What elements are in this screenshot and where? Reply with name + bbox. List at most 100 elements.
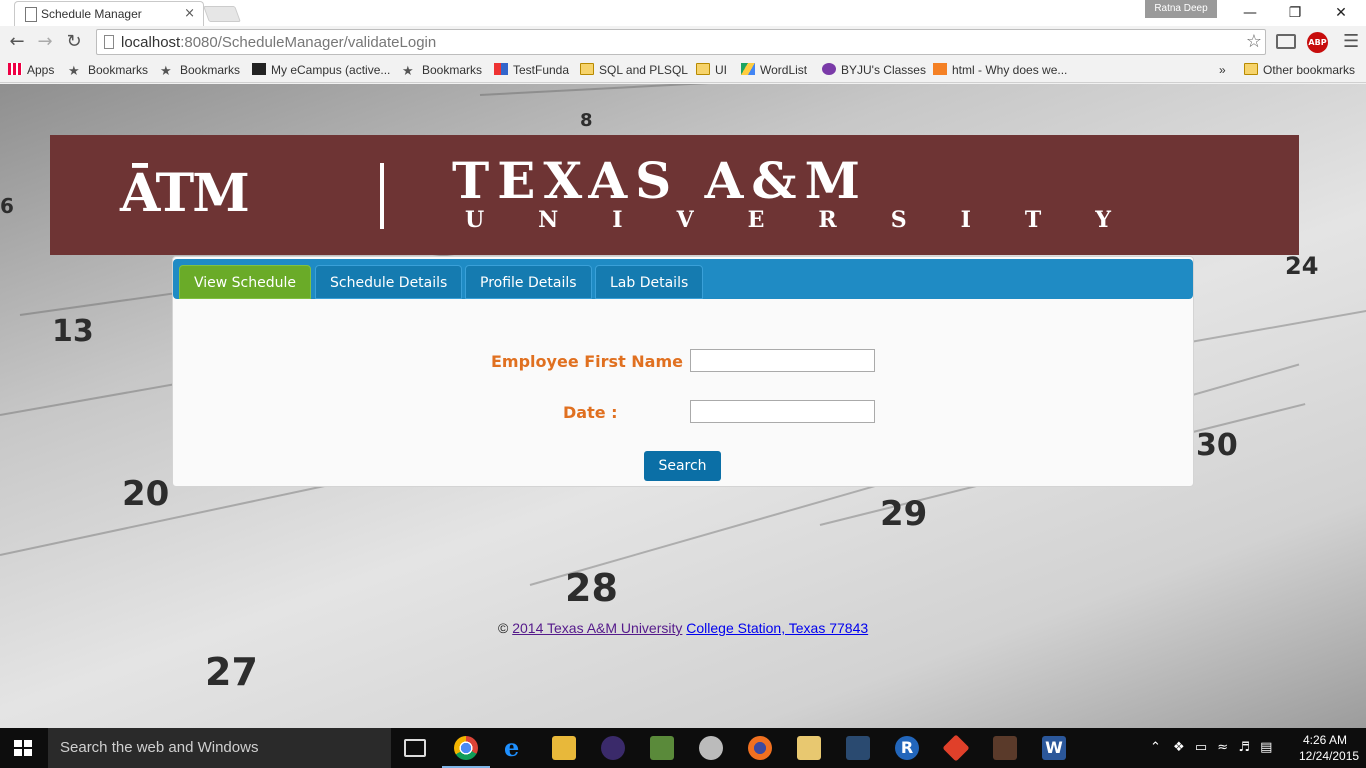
- page-footer: © 2014 Texas A&M University College Stat…: [498, 620, 868, 636]
- r-icon[interactable]: R: [895, 736, 919, 760]
- new-tab-button[interactable]: [203, 6, 241, 22]
- folder-icon: [696, 63, 710, 75]
- browser-tab[interactable]: Schedule Manager ×: [14, 1, 204, 26]
- copyright-symbol: ©: [498, 620, 509, 636]
- calendar-number: 6: [0, 194, 14, 218]
- sql-developer-icon[interactable]: [846, 736, 870, 760]
- cast-icon[interactable]: [1276, 34, 1296, 49]
- bookmark-item[interactable]: TestFunda: [494, 63, 569, 77]
- bookmark-item[interactable]: WordList: [741, 63, 807, 77]
- page-content: 8 7 6 13 15 17 24 20 30 29 28 27 ĀTM TEX…: [0, 84, 1366, 728]
- edge-icon[interactable]: e: [504, 736, 528, 760]
- university-banner: ĀTM TEXAS A&M UNIVERSITY: [50, 135, 1299, 255]
- atm-logo: ĀTM: [120, 163, 250, 224]
- bookmark-item[interactable]: BYJU's Classes: [822, 63, 926, 77]
- stackoverflow-icon: [933, 63, 947, 75]
- calendar-number: 20: [122, 474, 170, 514]
- bookmark-item[interactable]: ★ Bookmarks: [68, 63, 148, 79]
- forward-icon[interactable]: →: [34, 31, 56, 53]
- tab-schedule-details[interactable]: Schedule Details: [315, 265, 463, 299]
- menu-icon[interactable]: ☰: [1343, 31, 1359, 52]
- blackboard-icon: [252, 63, 266, 75]
- chrome-icon[interactable]: [442, 736, 490, 768]
- location-link[interactable]: College Station, Texas 77843: [686, 620, 868, 636]
- bookmark-star-icon[interactable]: ☆: [1246, 31, 1262, 52]
- bookmark-folder[interactable]: SQL and PLSQL: [580, 63, 688, 77]
- adblock-icon[interactable]: ABP: [1307, 32, 1328, 53]
- volume-icon[interactable]: ♬: [1238, 740, 1250, 755]
- date-input[interactable]: [690, 400, 875, 423]
- bookmark-item[interactable]: ★ Bookmarks: [402, 63, 482, 79]
- file-explorer-icon[interactable]: [552, 736, 576, 760]
- search-button[interactable]: Search: [644, 451, 721, 481]
- star-icon: ★: [402, 63, 414, 78]
- window-close-icon[interactable]: ✕: [1326, 3, 1356, 23]
- university-link[interactable]: 2014 Texas A&M University: [512, 620, 682, 636]
- url-text[interactable]: localhost:8080/ScheduleManager/validateL…: [121, 34, 436, 51]
- git-icon[interactable]: [942, 734, 970, 762]
- word-icon[interactable]: W: [1042, 736, 1066, 760]
- back-icon[interactable]: ←: [6, 31, 28, 53]
- restore-icon[interactable]: ❐: [1280, 3, 1310, 23]
- profile-button[interactable]: Ratna Deep: [1145, 0, 1217, 18]
- address-bar[interactable]: localhost:8080/ScheduleManager/validateL…: [96, 29, 1266, 55]
- clock-date: 12/24/2015: [1299, 749, 1360, 763]
- tab-title: Schedule Manager: [41, 7, 142, 21]
- reload-icon[interactable]: ↻: [63, 31, 85, 53]
- tab-view-schedule[interactable]: View Schedule: [179, 265, 312, 299]
- game-icon[interactable]: [993, 736, 1017, 760]
- star-icon: ★: [68, 63, 80, 78]
- folder-icon: [580, 63, 594, 75]
- notepad-plus-icon[interactable]: [650, 736, 674, 760]
- minimize-icon[interactable]: —: [1235, 3, 1265, 23]
- tab-profile-details[interactable]: Profile Details: [465, 265, 592, 299]
- calendar-number: 13: [52, 314, 94, 349]
- taskbar-clock[interactable]: 4:26 AM 12/24/2015: [1299, 732, 1360, 764]
- tab-close-icon[interactable]: ×: [184, 6, 195, 21]
- snipping-tool-icon[interactable]: [699, 736, 723, 760]
- university-subtitle: UNIVERSITY: [465, 207, 1165, 233]
- bookmarks-overflow-button[interactable]: »: [1219, 63, 1226, 77]
- battery-icon[interactable]: ▭: [1195, 740, 1207, 755]
- task-view-icon[interactable]: [404, 739, 426, 757]
- folder-icon: [1244, 63, 1258, 75]
- calendar-number: 30: [1196, 428, 1238, 463]
- windows-taskbar: Search the web and Windows e R W ⌃ ❖ ▭ ≈…: [0, 728, 1366, 768]
- clock-time: 4:26 AM: [1302, 733, 1348, 747]
- testfunda-icon: [494, 63, 508, 75]
- dropbox-icon[interactable]: ❖: [1173, 740, 1185, 755]
- calendar-number: 8: [580, 110, 593, 131]
- file-manager-icon[interactable]: [797, 736, 821, 760]
- first-name-label: Employee First Name :: [491, 352, 695, 371]
- taskbar-search-box[interactable]: Search the web and Windows: [48, 728, 391, 768]
- schedule-panel: View Schedule Schedule Details Profile D…: [172, 256, 1194, 487]
- drive-icon: [741, 63, 755, 75]
- calendar-line: [479, 84, 980, 96]
- wifi-icon[interactable]: ≈: [1217, 740, 1228, 755]
- other-bookmarks[interactable]: Other bookmarks: [1244, 63, 1355, 77]
- bookmark-item[interactable]: My eCampus (active...: [252, 63, 390, 77]
- action-center-icon[interactable]: ▤: [1260, 740, 1272, 755]
- eclipse-icon[interactable]: [601, 736, 625, 760]
- calendar-number: 28: [565, 566, 618, 610]
- page-info-icon[interactable]: [104, 35, 114, 49]
- firefox-icon[interactable]: [748, 736, 772, 760]
- calendar-number: 27: [205, 650, 258, 694]
- tray-expand-icon[interactable]: ⌃: [1150, 740, 1161, 755]
- page-icon: [25, 7, 37, 22]
- bookmark-folder[interactable]: UI: [696, 63, 727, 77]
- bookmark-apps[interactable]: Apps: [8, 63, 54, 77]
- tab-lab-details[interactable]: Lab Details: [595, 265, 704, 299]
- date-label: Date :: [563, 403, 618, 422]
- bookmarks-bar: Apps ★ Bookmarks ★ Bookmarks My eCampus …: [0, 59, 1366, 83]
- university-name: TEXAS A&M: [452, 151, 868, 210]
- bookmark-item[interactable]: html - Why does we...: [933, 63, 1067, 77]
- apps-icon: [8, 63, 22, 75]
- first-name-input[interactable]: [690, 349, 875, 372]
- browser-toolbar: ← → ↻ localhost:8080/ScheduleManager/val…: [0, 26, 1366, 59]
- tab-bar: View Schedule Schedule Details Profile D…: [173, 259, 1193, 299]
- windows-start-icon[interactable]: [14, 740, 32, 756]
- banner-divider: [380, 163, 384, 229]
- bookmark-item[interactable]: ★ Bookmarks: [160, 63, 240, 79]
- star-icon: ★: [160, 63, 172, 78]
